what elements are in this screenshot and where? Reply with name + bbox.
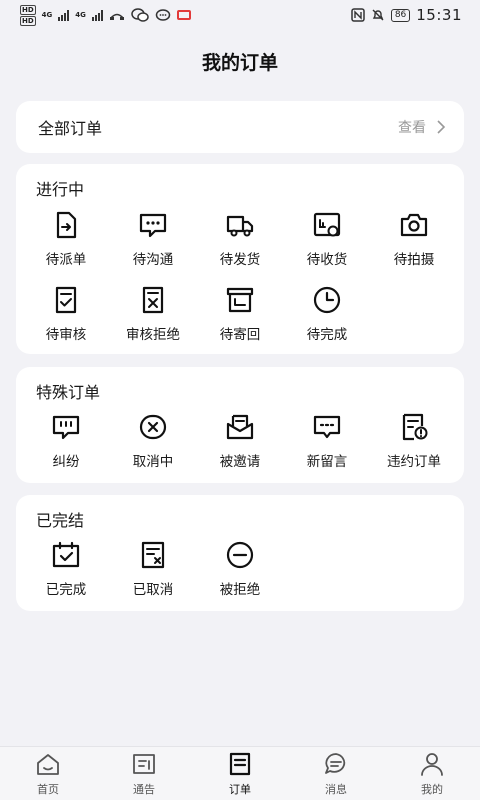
order-status-pending-shipment[interactable]: 待发货: [196, 210, 284, 268]
in-progress-title: 进行中: [36, 180, 85, 199]
tab-orders[interactable]: 订单: [192, 747, 288, 800]
bottom-tab-bar: 首页 通告 订单 消息 我的: [0, 746, 480, 800]
tab-label: 订单: [229, 783, 251, 796]
app-notification-icon: [176, 10, 191, 20]
order-status-review-rejected[interactable]: 审核拒绝: [109, 285, 197, 343]
item-label: 待发货: [219, 252, 261, 268]
order-status-pending-review[interactable]: 待审核: [22, 285, 110, 343]
message-bubble-icon: [325, 753, 346, 774]
mute-bell-icon: [372, 9, 384, 21]
all-orders-row[interactable]: 全部订单 查看: [16, 101, 464, 153]
network-type-2: 4G: [75, 11, 86, 19]
item-label: 待完成: [306, 327, 348, 343]
hd-badge-2: HD: [20, 15, 36, 26]
item-label: 纠纷: [52, 454, 80, 470]
dispatch-doc-icon: [56, 211, 77, 239]
item-label: 审核拒绝: [126, 327, 180, 343]
review-doc-icon: [55, 286, 77, 314]
nfc-icon: [351, 8, 365, 22]
status-bar: HD HD 4G 4G 86 15:31: [0, 0, 480, 30]
tab-messages[interactable]: 消息: [288, 747, 384, 800]
tab-label: 消息: [325, 783, 347, 796]
special-order-cancelling[interactable]: 取消中: [109, 412, 197, 470]
order-status-pending-receipt[interactable]: 待收货: [283, 210, 371, 268]
breach-doc-icon: [402, 413, 428, 441]
camera-icon: [400, 213, 428, 237]
clock-time: 15:31: [416, 6, 462, 24]
completed-card: 已完结 已完成 已取消 被拒绝: [16, 495, 464, 611]
special-order-dispute[interactable]: 纠纷: [22, 412, 110, 470]
item-label: 待派单: [45, 252, 87, 268]
chat-bubble-icon: [139, 213, 167, 238]
truck-icon: [226, 215, 254, 237]
hd-badge-1: HD: [20, 4, 36, 15]
item-label: 被拒绝: [219, 582, 261, 598]
item-label: 已取消: [132, 582, 174, 598]
missed-call-icon: [109, 13, 124, 20]
item-label: 待审核: [45, 327, 87, 343]
wechat-icon: [131, 8, 149, 22]
battery-icon: 86: [390, 8, 411, 22]
special-order-invited[interactable]: 被邀请: [196, 412, 284, 470]
special-order-new-message[interactable]: 新留言: [283, 412, 371, 470]
home-icon: [37, 754, 59, 775]
reject-doc-icon: [142, 286, 164, 314]
special-orders-title: 特殊订单: [36, 383, 101, 402]
view-label: 查看: [398, 120, 426, 136]
view-all-link[interactable]: 查看: [398, 117, 446, 137]
notice-icon: [133, 754, 155, 774]
item-label: 新留言: [306, 454, 348, 470]
all-orders-label: 全部订单: [38, 119, 103, 138]
in-progress-card: 进行中 待派单 待沟通 待发货 待收货 待拍摄 待审核 审核拒绝 待寄回 待完成: [16, 164, 464, 354]
clock-icon: [313, 286, 341, 314]
signal-icon: [58, 9, 70, 21]
order-status-pending-completion[interactable]: 待完成: [283, 285, 371, 343]
receive-box-icon: [313, 212, 341, 237]
tab-profile[interactable]: 我的: [384, 747, 480, 800]
status-left: HD HD 4G 4G: [20, 4, 191, 26]
tab-notice[interactable]: 通告: [96, 747, 192, 800]
special-order-breach[interactable]: 违约订单: [370, 412, 458, 470]
order-status-pending-communication[interactable]: 待沟通: [109, 210, 197, 268]
item-label: 待收货: [306, 252, 348, 268]
item-label: 取消中: [132, 454, 174, 470]
item-label: 待寄回: [219, 327, 261, 343]
order-status-pending-return[interactable]: 待寄回: [196, 285, 284, 343]
return-box-icon: [226, 287, 254, 313]
rejected-circle-icon: [226, 541, 254, 569]
chevron-right-icon: [437, 120, 446, 134]
status-right: 86 15:31: [351, 6, 462, 24]
order-status-pending-shoot[interactable]: 待拍摄: [370, 210, 458, 268]
completed-order-done[interactable]: 已完成: [22, 540, 110, 598]
network-type-1: 4G: [41, 11, 53, 19]
tab-label: 我的: [421, 783, 443, 796]
cancelled-doc-icon: [141, 541, 165, 569]
item-label: 待沟通: [132, 252, 174, 268]
item-label: 被邀请: [219, 454, 261, 470]
invite-envelope-icon: [226, 414, 254, 440]
dispute-chat-icon: [52, 415, 80, 440]
item-label: 已完成: [45, 582, 87, 598]
tab-label: 首页: [37, 783, 59, 796]
sim-indicators: HD HD: [20, 4, 36, 26]
special-orders-card: 特殊订单 纠纷 取消中 被邀请 新留言 违约订单: [16, 367, 464, 483]
message-icon: [313, 415, 341, 439]
profile-icon: [421, 753, 443, 776]
item-label: 待拍摄: [393, 252, 435, 268]
completed-calendar-icon: [52, 541, 80, 568]
order-status-pending-dispatch[interactable]: 待派单: [22, 210, 110, 268]
item-label: 违约订单: [387, 454, 441, 470]
completed-order-rejected[interactable]: 被拒绝: [196, 540, 284, 598]
completed-order-cancelled[interactable]: 已取消: [109, 540, 197, 598]
cancel-circle-icon: [139, 414, 167, 440]
signal-icon-2: [91, 9, 103, 21]
chat-status-icon: [155, 9, 171, 21]
tab-label: 通告: [133, 783, 155, 796]
tab-home[interactable]: 首页: [0, 747, 96, 800]
completed-title: 已完结: [36, 511, 85, 530]
page-title: 我的订单: [201, 52, 278, 74]
order-icon: [229, 752, 251, 776]
